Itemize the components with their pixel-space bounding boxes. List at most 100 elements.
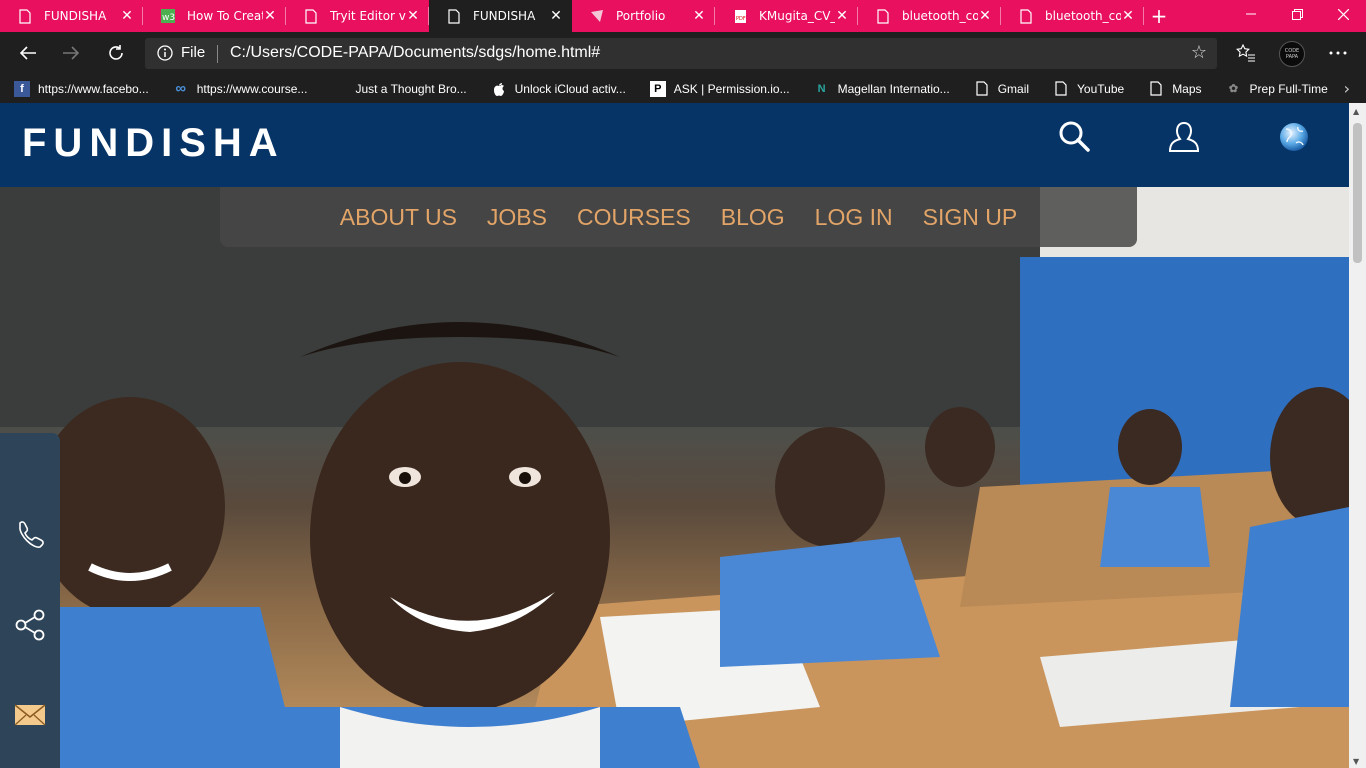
favorite-item[interactable]: YouTube — [1053, 81, 1124, 97]
vertical-scrollbar[interactable]: ▲ ▼ — [1349, 103, 1366, 768]
close-icon[interactable]: ✕ — [405, 8, 421, 24]
favorite-item[interactable]: Gmail — [974, 81, 1029, 97]
menu-item-blog[interactable]: BLOG — [721, 204, 785, 231]
favorite-label: Maps — [1172, 81, 1202, 96]
p-icon: P — [649, 80, 666, 97]
favorite-label: Unlock iCloud activ... — [514, 81, 626, 96]
close-icon[interactable]: ✕ — [691, 8, 707, 24]
page-icon — [974, 81, 990, 97]
profile-avatar[interactable]: CODE PAPA — [1279, 41, 1305, 67]
favorite-label: Prep Full-Time — [1249, 81, 1328, 96]
menu-item-sign-up[interactable]: SIGN UP — [923, 204, 1018, 231]
search-icon[interactable] — [1056, 119, 1092, 155]
menu-item-about-us[interactable]: ABOUT US — [340, 204, 457, 231]
url-text[interactable]: C:/Users/CODE-PAPA/Documents/sdgs/home.h… — [230, 44, 600, 62]
new-tab-button[interactable]: + — [1144, 0, 1174, 32]
tab[interactable]: FUNDISHA ✕ — [0, 0, 143, 32]
hero-image: ABOUT US JOBS COURSES BLOG LOG IN SIGN U… — [0, 187, 1349, 768]
info-icon[interactable] — [157, 45, 173, 65]
favorite-item[interactable]: Unlock iCloud activ... — [491, 81, 626, 97]
favorite-item[interactable]: N Magellan Internatio... — [814, 81, 950, 97]
favorite-label: https://www.course... — [196, 81, 308, 96]
chevron-right-icon[interactable]: › — [1344, 79, 1350, 98]
tab[interactable]: Tryit Editor v3. ✕ — [286, 0, 429, 32]
close-icon[interactable]: ✕ — [1120, 8, 1136, 24]
tab-strip: FUNDISHA ✕ w3 How To Create ✕ Tryit Edit… — [0, 0, 1366, 32]
favorite-label: https://www.facebo... — [38, 81, 149, 96]
tab[interactable]: Portfolio ✕ — [572, 0, 715, 32]
favorite-item[interactable]: Just a Thought Bro... — [331, 81, 466, 97]
page-icon — [1053, 81, 1069, 97]
more-menu-button[interactable] — [1322, 37, 1354, 69]
svg-text:w3: w3 — [162, 13, 175, 23]
main-menu: ABOUT US JOBS COURSES BLOG LOG IN SIGN U… — [220, 187, 1137, 247]
favorite-item[interactable]: Maps — [1148, 81, 1202, 97]
w3schools-icon: w3 — [161, 8, 175, 24]
classroom-photo — [0, 187, 1349, 768]
scroll-down-arrow-icon[interactable]: ▼ — [1353, 757, 1359, 766]
favorite-star-icon[interactable]: ☆ — [1191, 42, 1207, 63]
mail-icon[interactable] — [14, 699, 46, 731]
favorite-label: Magellan Internatio... — [837, 81, 950, 96]
share-icon[interactable] — [14, 609, 46, 641]
tab-label: KMugita_CV_2 — [759, 9, 835, 23]
tab-label: bluetooth_con — [902, 9, 978, 23]
refresh-icon — [109, 45, 123, 60]
restore-button[interactable] — [1274, 0, 1320, 28]
close-icon[interactable]: ✕ — [262, 8, 278, 24]
favorite-label: Just a Thought Bro... — [355, 81, 467, 96]
favorite-item[interactable]: f https://www.facebo... — [14, 80, 149, 97]
favorite-item[interactable]: ✿ Prep Full-Time — [1226, 81, 1328, 97]
tab-label: FUNDISHA — [44, 9, 107, 23]
page-viewport: FUNDISHA ABOUT US JOBS COURSES BLOG LOG … — [0, 103, 1366, 768]
favorite-item[interactable]: P ASK | Permission.io... — [649, 80, 790, 97]
address-bar[interactable]: File C:/Users/CODE-PAPA/Documents/sdgs/h… — [145, 38, 1217, 69]
favorite-item[interactable]: ∞ https://www.course... — [173, 80, 308, 97]
pdf-icon: PDF — [733, 8, 747, 24]
scroll-thumb[interactable] — [1353, 123, 1362, 263]
favorites-bar: f https://www.facebo... ∞ https://www.co… — [0, 74, 1366, 103]
svg-text:PDF: PDF — [736, 16, 746, 22]
favorites-hub-button[interactable] — [1230, 37, 1262, 69]
page-icon — [304, 8, 318, 24]
close-icon[interactable]: ✕ — [834, 8, 850, 24]
tab[interactable]: bluetooth_con ✕ — [858, 0, 1001, 32]
menu-item-courses[interactable]: COURSES — [577, 204, 691, 231]
close-icon[interactable]: ✕ — [548, 8, 564, 24]
navigation-bar: File C:/Users/CODE-PAPA/Documents/sdgs/h… — [0, 32, 1366, 74]
window-controls — [1228, 0, 1366, 32]
tab[interactable]: bluetooth_con ✕ — [1001, 0, 1144, 32]
menu-item-jobs[interactable]: JOBS — [487, 204, 547, 231]
globe-icon[interactable] — [1276, 119, 1312, 155]
phone-icon[interactable] — [14, 519, 46, 551]
ellipsis-icon — [1329, 51, 1347, 55]
tab[interactable]: PDF KMugita_CV_2 ✕ — [715, 0, 858, 32]
close-icon[interactable]: ✕ — [119, 8, 135, 24]
tab-active[interactable]: FUNDISHA ✕ — [429, 0, 572, 32]
social-sidebar — [0, 433, 60, 768]
tab-label: bluetooth_con — [1045, 9, 1121, 23]
site-logo[interactable]: FUNDISHA — [22, 121, 285, 166]
blank-icon — [331, 81, 347, 97]
user-icon[interactable] — [1166, 119, 1202, 155]
forward-arrow-icon — [63, 46, 80, 60]
refresh-button[interactable] — [100, 37, 132, 69]
close-icon[interactable]: ✕ — [977, 8, 993, 24]
close-window-button[interactable] — [1320, 0, 1366, 28]
back-arrow-icon — [19, 46, 36, 60]
facebook-icon: f — [14, 80, 30, 97]
page-icon — [1148, 81, 1164, 97]
forward-button[interactable] — [55, 37, 87, 69]
back-button[interactable] — [12, 37, 44, 69]
site-header: FUNDISHA — [0, 103, 1349, 187]
menu-item-log-in[interactable]: LOG IN — [815, 204, 893, 231]
favorite-label: Gmail — [997, 81, 1030, 96]
infinity-icon: ∞ — [175, 80, 187, 97]
page-icon — [876, 8, 890, 24]
minimize-button[interactable] — [1228, 0, 1274, 28]
tab-label: Tryit Editor v3. — [330, 9, 406, 23]
scroll-up-arrow-icon[interactable]: ▲ — [1353, 107, 1359, 116]
favorites-list-icon — [1236, 44, 1255, 62]
scheme-label: File — [181, 44, 206, 61]
tab[interactable]: w3 How To Create ✕ — [143, 0, 286, 32]
